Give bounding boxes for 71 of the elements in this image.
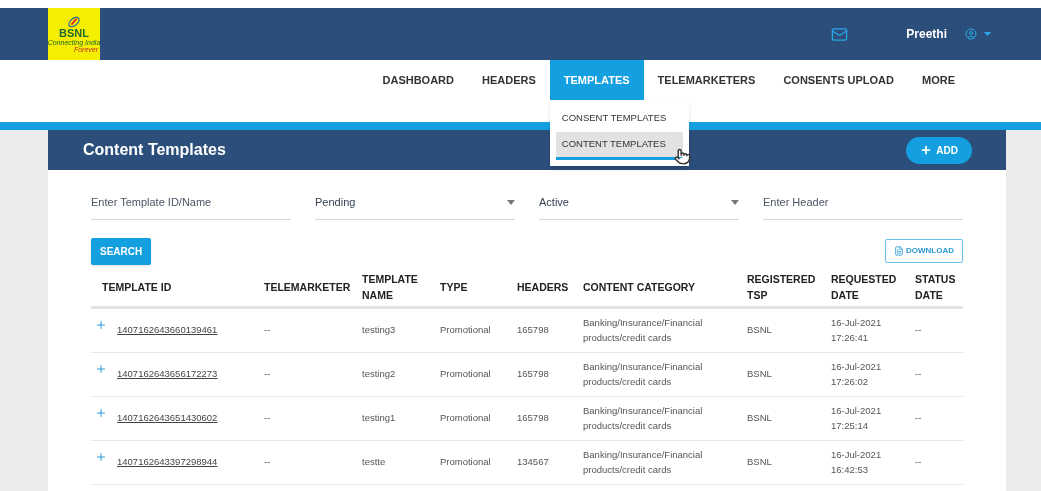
nav-tab[interactable]: CONSENTS UPLOAD (769, 60, 908, 100)
table-cell: -- (915, 323, 922, 335)
table-cell-text: Banking/Insurance/Financial products/credit cards (583, 448, 704, 477)
search-field[interactable]: Enter Template ID/Name (91, 190, 291, 220)
table-cell: 165798 (517, 323, 549, 335)
dropdown-caret-icon (507, 199, 515, 205)
nav-tab[interactable]: DASHBOARD (368, 60, 468, 100)
table-cell: -- (915, 455, 922, 467)
file-icon (894, 246, 904, 256)
table-cell: BSNL (747, 411, 772, 423)
table-cell: testing2 (362, 367, 396, 379)
table-cell-text: 16-Jul-2021 17:26:02 (831, 360, 883, 389)
status-select[interactable]: Active (539, 190, 739, 220)
table-cell: Promotional (440, 323, 491, 335)
template-id-link[interactable]: 1407162643656172273 (117, 366, 218, 382)
nav-tab[interactable]: MORE (908, 60, 969, 100)
table-cell: Promotional (440, 455, 491, 467)
table-cell: 165798 (517, 367, 549, 379)
table-cell: -- (264, 367, 271, 379)
table-cell-text: 16-Jul-2021 17:26:41 (831, 316, 883, 345)
table-cell-text: Banking/Insurance/Financial products/credit cards (583, 360, 704, 389)
table-cell: testing1 (362, 411, 396, 423)
table-cell: BSNL (747, 367, 772, 379)
column-header: CONTENT CATEGORY (583, 280, 696, 295)
logo-text: BSNL (59, 27, 89, 39)
column-header: STATUS DATE (915, 272, 957, 303)
nav-tab[interactable]: HEADERS (468, 60, 550, 100)
menu-item[interactable]: CONSENT TEMPLATES (555, 106, 683, 131)
menu-item[interactable]: CONTENT TEMPLATES (555, 132, 683, 160)
table-cell: -- (264, 455, 271, 467)
table-cell: Promotional (440, 411, 491, 423)
expand-icon[interactable] (95, 319, 107, 331)
column-header: HEADERS (517, 280, 570, 295)
dropdown-caret-icon[interactable] (984, 32, 991, 36)
column-header: TEMPLATE NAME (362, 272, 419, 303)
table-cell: BSNL (747, 455, 772, 467)
table-cell: 134567 (517, 455, 549, 467)
expand-icon[interactable] (95, 407, 107, 419)
mail-icon[interactable] (831, 25, 849, 43)
table-cell-text: 16-Jul-2021 16:42:53 (831, 448, 883, 477)
column-header: REQUESTED DATE (831, 272, 898, 303)
column-header: REGISTERED TSP (747, 272, 817, 303)
table-cell-text: Banking/Insurance/Financial products/credit cards (583, 316, 704, 345)
column-header: TELEMARKETER (264, 280, 352, 295)
expand-icon[interactable] (95, 363, 107, 375)
template-id-link[interactable]: 1407162643660139461 (117, 322, 218, 338)
table-cell: testte (362, 455, 386, 467)
plus-icon (920, 144, 933, 156)
dropdown-caret-icon (731, 199, 739, 205)
nav-tab[interactable]: TELEMARKETERS (643, 60, 770, 100)
template-id-link[interactable]: 1407162643397298944 (117, 454, 218, 470)
card-title: Content Templates (83, 140, 226, 160)
table-cell: -- (915, 411, 922, 423)
expand-icon[interactable] (95, 451, 107, 463)
template-id-link[interactable]: 1407162643651430602 (117, 410, 218, 426)
column-header: TEMPLATE ID (102, 280, 173, 295)
table-cell: testing3 (362, 323, 396, 335)
table-cell: -- (915, 367, 922, 379)
user-name: Preethi (906, 26, 947, 43)
table-cell: 165798 (517, 411, 549, 423)
search-field[interactable]: Enter Header (763, 190, 963, 220)
status-select[interactable]: Pending (315, 190, 515, 220)
table-cell-text: Banking/Insurance/Financial products/credit cards (583, 404, 704, 433)
table-cell: Promotional (440, 367, 491, 379)
logo-mark-icon (67, 15, 81, 28)
table-cell: BSNL (747, 323, 772, 335)
column-header: TYPE (440, 280, 469, 295)
user-avatar-icon[interactable] (965, 28, 977, 40)
table-cell: -- (264, 323, 271, 335)
table-cell-text: 16-Jul-2021 17:25:14 (831, 404, 883, 433)
table-cell: -- (264, 411, 271, 423)
